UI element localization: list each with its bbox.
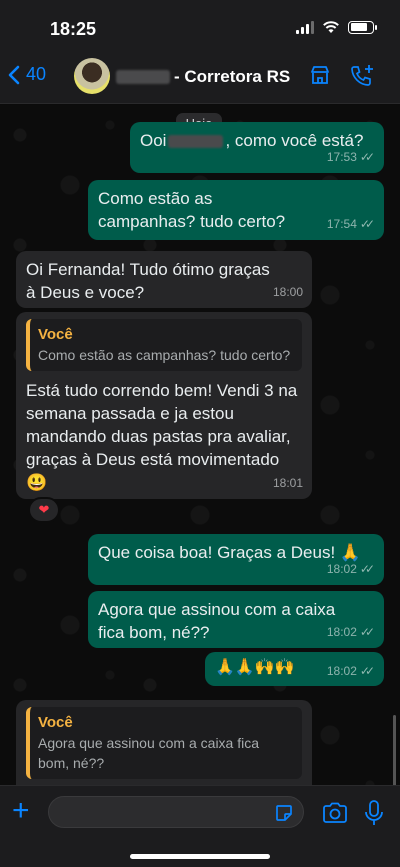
message-text: Está tudo correndo bem! Vendi 3 na seman… [26,381,298,492]
microphone-icon[interactable] [364,800,384,826]
message-text: Oi Fernanda! Tudo ótimo graças à Deus e … [26,260,270,302]
message-list[interactable]: Hoje Ooi, como você está? 17:53✓✓ Como e… [0,105,400,785]
message-meta: 17:54 ✓✓ [327,213,375,236]
quote-author: Você [38,326,73,343]
message-bubble[interactable]: 🙏🙏🙌🙌 18:02 ✓✓ [205,652,384,686]
composer-bar: + [0,785,400,867]
double-check-icon: ✓✓ [359,217,375,231]
chat-header: 40 - Corretora RS [0,50,400,104]
message-bubble[interactable]: Você Agora que assinou com a caixa fica … [16,700,312,785]
quote-author: Você [38,714,73,731]
redacted-name [116,70,170,84]
message-bubble[interactable]: Você Como estão as campanhas? tudo certo… [16,312,312,499]
message-meta: 18:01 [273,472,303,495]
quoted-message[interactable]: Você Como estão as campanhas? tudo certo… [26,319,302,371]
message-time: 17:54 [326,217,357,231]
home-indicator[interactable] [130,854,270,859]
message-meta: 18:02 ✓✓ [327,660,375,682]
message-time: 18:01 [272,476,303,490]
status-bar: 18:25 [0,0,400,50]
message-time: 18:02 [326,562,357,576]
status-icons [296,20,377,34]
message-bubble[interactable]: Oi Fernanda! Tudo ótimo graças à Deus e … [16,251,312,308]
message-time: 18:02 [326,625,357,639]
battery-icon [348,20,377,34]
redacted-name [168,135,224,149]
add-attachment-button[interactable]: + [12,796,30,826]
message-bubble[interactable]: Agora que assinou com a caixa fica bom, … [88,591,384,648]
add-call-icon[interactable] [349,64,375,88]
status-time: 18:25 [50,19,97,39]
back-button[interactable]: 40 [8,64,46,85]
contact-name[interactable]: - Corretora RS [116,67,290,87]
unread-count: 40 [26,64,47,84]
message-bubble[interactable]: Ooi, como você está? 17:53 ✓✓ [130,122,384,173]
message-bubble[interactable]: Como estão as campanhas? tudo certo? 17:… [88,180,384,240]
avatar[interactable] [74,58,110,94]
camera-icon[interactable] [322,802,348,824]
double-check-icon: ✓✓ [359,150,375,164]
message-meta: 17:53 ✓✓ [327,146,375,169]
chevron-left-icon [8,65,20,84]
storefront-icon[interactable] [309,64,331,86]
message-text-pre: Ooi [140,131,167,150]
wifi-icon [323,21,339,33]
message-meta: 18:02 ✓✓ [327,558,375,581]
message-text: Que coisa boa! Graças a Deus! 🙏 [98,543,362,562]
message-input[interactable] [48,796,304,828]
message-text: Como estão as campanhas? tudo certo? [98,189,286,231]
quote-text: Como estão as campanhas? tudo certo? [38,347,291,363]
double-check-icon: ✓✓ [359,664,375,678]
scrollbar[interactable] [393,715,396,785]
cellular-signal-icon [296,20,314,34]
heart-reaction[interactable]: ❤ [28,497,60,523]
message-meta: 18:00 [273,281,303,304]
double-check-icon: ✓✓ [359,625,375,639]
message-bubble[interactable]: Que coisa boa! Graças a Deus! 🙏 18:02 ✓✓ [88,534,384,585]
message-text: 🙏🙏🙌🙌 [215,659,295,676]
message-time: 17:53 [326,150,357,164]
message-text: Agora que assinou com a caixa fica bom, … [98,600,336,642]
message-time: 18:00 [272,285,303,299]
sticker-icon[interactable] [274,803,294,823]
contact-name-label: - Corretora RS [174,67,291,86]
message-meta: 18:02 ✓✓ [327,621,375,644]
quoted-message[interactable]: Você Agora que assinou com a caixa fica … [26,707,302,779]
quote-text: Agora que assinou com a caixa fica bom, … [38,735,260,771]
message-time: 18:02 [326,664,357,678]
double-check-icon: ✓✓ [359,562,375,576]
